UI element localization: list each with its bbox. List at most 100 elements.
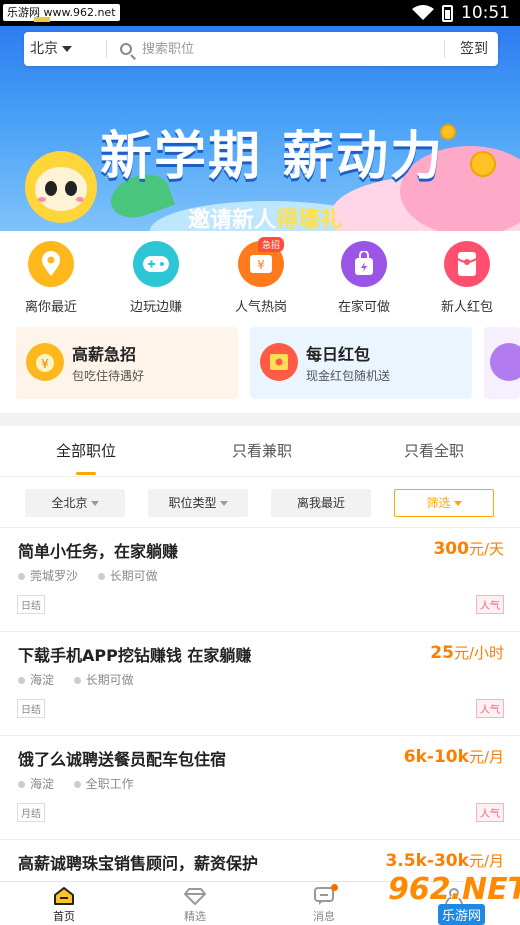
caret-down-icon [62, 46, 72, 52]
nav-home[interactable]: 首页 [29, 886, 99, 924]
category-label: 在家可做 [337, 300, 390, 315]
job-location: 海淀 [30, 777, 55, 791]
location-pin-icon [18, 573, 25, 580]
job-meta: 海淀 全职工作 [18, 775, 134, 792]
filter-label: 离我最近 [296, 496, 345, 510]
job-title: 简单小任务，在家躺赚 [18, 542, 179, 561]
job-salary: 6k-10k元/月 [404, 746, 504, 767]
divider [444, 40, 445, 58]
coin-icon [490, 343, 520, 381]
job-card[interactable]: 简单小任务，在家躺赚 300元/天 莞城罗沙 长期可做 日结 人气 [0, 528, 520, 632]
category-label: 边玩边赚 [129, 300, 182, 315]
clock-icon [73, 677, 81, 684]
coin-bag-icon: ¥ [26, 343, 64, 381]
category-new-user-bonus[interactable]: 新人红包 [422, 241, 512, 315]
job-salary: 3.5k-30k元/月 [385, 850, 504, 871]
job-salary: 300元/天 [433, 538, 504, 559]
status-bar: 乐游网 www.962.net 10:51 [0, 0, 520, 26]
tab-part-time[interactable]: 只看兼职 [232, 440, 292, 461]
category-play-earn[interactable]: 边玩边赚 [111, 241, 201, 315]
wifi-icon [412, 5, 434, 20]
category-nearby[interactable]: 离你最近 [6, 241, 96, 315]
bag-icon [341, 241, 387, 287]
coin-decoration [470, 151, 496, 177]
divider [106, 40, 107, 58]
promo-title: 高薪急招 [72, 345, 137, 364]
nav-messages[interactable]: 消息 [289, 884, 359, 924]
filter-bar: 全北京 职位类型 离我最近 筛选 [0, 476, 520, 528]
filter-nearest[interactable]: 离我最近 [271, 489, 371, 517]
category-label: 离你最近 [24, 300, 77, 315]
job-salary: 25元/小时 [430, 642, 504, 663]
watermark-main: 962.NET [388, 872, 520, 907]
active-tab-indicator [76, 472, 96, 475]
location-icon [28, 241, 74, 287]
tab-full-time[interactable]: 只看全职 [404, 440, 464, 461]
nav-label: 消息 [313, 910, 335, 923]
salary-unit: 元/天 [468, 540, 504, 558]
status-icons: 10:51 [412, 2, 510, 24]
diamond-icon [184, 886, 206, 906]
job-card[interactable]: 饿了么诚聘送餐员配车包住宿 6k-10k元/月 海淀 全职工作 月结 人气 [0, 736, 520, 840]
red-packet-icon [444, 241, 490, 287]
clock: 10:51 [461, 3, 510, 23]
search-bar: 北京 签到 [24, 32, 498, 66]
city-selector[interactable]: 北京 [30, 32, 72, 66]
promo-card-partial[interactable] [484, 327, 520, 399]
clock-icon [97, 573, 105, 580]
banner-subtitle: 邀请新人得壕礼 [188, 202, 342, 231]
promo-subtitle: 包吃住待遇好 [72, 369, 145, 383]
job-card[interactable]: 下载手机APP挖钻赚钱 在家躺赚 25元/小时 海淀 长期可做 日结 人气 [0, 632, 520, 736]
checkin-button[interactable]: 签到 [460, 32, 488, 66]
clock-icon [73, 781, 81, 788]
site-watermark: 962.NET 乐游网 [380, 870, 520, 925]
promo-card-daily-redpacket[interactable]: 每日红包 现金红包随机送 [250, 327, 472, 399]
salary-amount: 6k-10k [403, 747, 469, 767]
filter-more[interactable]: 筛选 [394, 489, 494, 517]
salary-unit: 元/小时 [453, 644, 504, 662]
search-icon [120, 43, 132, 55]
category-work-from-home[interactable]: 在家可做 [319, 241, 409, 315]
home-icon [53, 886, 75, 906]
tab-all-jobs[interactable]: 全部职位 [56, 440, 116, 461]
job-list: 简单小任务，在家躺赚 300元/天 莞城罗沙 长期可做 日结 人气 下载手机AP… [0, 528, 520, 881]
svg-text:¥: ¥ [41, 357, 49, 371]
settlement-tag: 月结 [17, 803, 45, 822]
salary-amount: 300 [433, 539, 469, 559]
banner-subtitle-prefix: 邀请新人 [188, 208, 277, 231]
watermark-label: 乐游网 www.962.net [3, 4, 120, 21]
promo-card-high-salary[interactable]: ¥ 高薪急招 包吃住待遇好 [16, 327, 238, 399]
money-box-icon: ¥ 急招 [238, 237, 285, 287]
job-location: 海淀 [30, 673, 55, 687]
category-label: 人气热岗 [234, 300, 287, 315]
urgent-badge: 急招 [258, 237, 285, 252]
promo-title: 每日红包 [306, 345, 371, 364]
job-duration: 长期可做 [85, 673, 134, 687]
location-pin-icon [18, 781, 25, 788]
battery-icon [442, 4, 453, 22]
salary-amount: 3.5k-30k [385, 851, 469, 871]
category-hot-jobs[interactable]: ¥ 急招 人气热岗 [216, 237, 306, 315]
category-label: 新人红包 [440, 300, 493, 315]
caret-down-icon [219, 501, 228, 506]
svg-text:¥: ¥ [257, 258, 265, 272]
message-icon [313, 884, 338, 906]
search-input[interactable] [142, 39, 442, 59]
filter-label: 筛选 [426, 496, 451, 510]
popular-tag: 人气 [476, 699, 504, 718]
popular-tag: 人气 [476, 803, 504, 822]
banner-title: 新学期 薪动力 [100, 127, 445, 187]
nav-label: 精选 [184, 910, 206, 923]
settlement-tag: 日结 [17, 595, 45, 614]
job-title: 饿了么诚聘送餐员配车包住宿 [18, 750, 227, 769]
nav-featured[interactable]: 精选 [160, 886, 230, 924]
filter-job-type[interactable]: 职位类型 [148, 489, 248, 517]
promo-subtitle: 现金红包随机送 [306, 369, 391, 383]
filter-city[interactable]: 全北京 [25, 489, 125, 517]
job-location: 莞城罗沙 [30, 569, 79, 583]
caret-down-icon [453, 501, 462, 506]
job-title: 下载手机APP挖钻赚钱 在家躺赚 [18, 646, 252, 665]
gamepad-icon [133, 241, 179, 287]
watermark-sub: 乐游网 [438, 904, 486, 925]
notification-icon [34, 17, 50, 22]
